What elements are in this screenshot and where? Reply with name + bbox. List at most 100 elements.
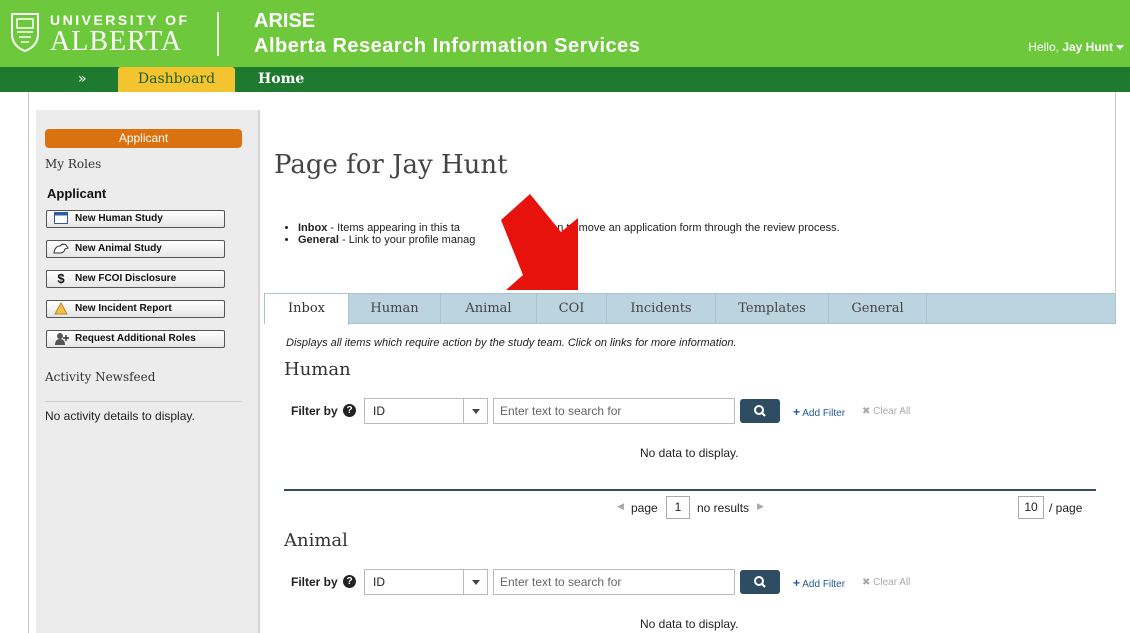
filter-label: Filter by ? (291, 404, 357, 418)
plus-icon: + (793, 576, 801, 590)
bullet-term: General (298, 234, 339, 246)
add-filter-label: Add Filter (802, 408, 846, 419)
pager-page-label: page (631, 501, 658, 515)
page-frame-left (28, 92, 29, 633)
person-add-icon (53, 332, 69, 346)
animal-icon (53, 242, 69, 256)
alert-icon (53, 301, 69, 316)
tab-incidents[interactable]: Incidents (607, 294, 716, 324)
pager-results-text: no results (697, 501, 750, 515)
new-human-study-button[interactable]: New Human Study (46, 210, 225, 228)
home-link[interactable]: Home (258, 71, 304, 87)
app-full-name: Alberta Research Information Services (254, 35, 641, 57)
user-menu[interactable]: Hello, Jay Hunt (1028, 40, 1124, 54)
chevron-down-icon (463, 399, 487, 423)
chevron-down-icon (463, 570, 487, 594)
add-filter-link[interactable]: + Add Filter (793, 405, 845, 419)
clear-all-label: Clear All (873, 577, 911, 588)
bullet-inbox: Inbox - Items appearing in this ta our ac… (298, 222, 840, 234)
new-animal-study-button[interactable]: New Animal Study (46, 240, 225, 258)
filter-field-select[interactable]: ID (364, 569, 488, 595)
main-nav: » Dashboard Home (0, 67, 1130, 92)
help-icon[interactable]: ? (343, 575, 357, 588)
expand-sidebar-button[interactable]: » (78, 71, 87, 87)
tab-animal[interactable]: Animal (441, 294, 537, 324)
button-label: New FCOI Disclosure (75, 273, 177, 284)
search-placeholder: Enter text to search for (500, 575, 622, 589)
window-icon (53, 212, 69, 226)
my-roles-heading: My Roles (45, 157, 102, 171)
dollar-icon: $ (57, 271, 65, 286)
new-incident-report-button[interactable]: New Incident Report (46, 300, 225, 318)
section-title-human: Human (284, 359, 351, 380)
select-value: ID (373, 575, 385, 589)
new-fcoi-disclosure-button[interactable]: $ New FCOI Disclosure (46, 270, 225, 288)
bullet-general: General - Link to your profile manag (298, 234, 840, 246)
plus-icon: + (793, 405, 801, 419)
page-title: Page for Jay Hunt (274, 150, 508, 180)
activity-newsfeed-heading: Activity Newsfeed (45, 370, 156, 384)
previous-page-icon[interactable]: ◀ (617, 501, 624, 512)
empty-state-text: No data to display. (640, 446, 739, 460)
search-input[interactable]: Enter text to search for (493, 398, 735, 424)
page-frame-right (1115, 92, 1116, 292)
button-label: Request Additional Roles (75, 333, 196, 344)
current-role-badge[interactable]: Applicant (45, 129, 242, 148)
help-icon[interactable]: ? (343, 404, 357, 417)
workspace-tabs: Inbox Human Animal COI Incidents Templat… (264, 293, 1116, 325)
university-crest-icon (11, 13, 39, 52)
role-name: Applicant (47, 186, 107, 201)
filter-label-text: Filter by (291, 404, 338, 418)
university-logo[interactable]: UNIVERSITY OF ALBERTA (10, 10, 210, 58)
bullet-text: - Items appearing in this ta (327, 222, 461, 234)
bullet-text: - Link to your profile manag (338, 234, 476, 246)
search-input[interactable]: Enter text to search for (493, 569, 735, 595)
empty-state-text: No data to display. (640, 617, 739, 631)
next-page-icon[interactable]: ▶ (757, 501, 764, 512)
button-label: New Incident Report (75, 303, 172, 314)
per-page-label: / page (1049, 501, 1083, 515)
tab-human[interactable]: Human (349, 294, 441, 324)
help-bullets: Inbox - Items appearing in this ta our ac… (298, 222, 840, 246)
search-placeholder: Enter text to search for (500, 404, 622, 418)
clear-all-link[interactable]: ✖ Clear All (862, 406, 910, 417)
tab-general[interactable]: General (829, 294, 927, 324)
filter-label-text: Filter by (291, 575, 338, 589)
sidebar: Applicant My Roles Applicant New Human S… (36, 110, 260, 633)
tab-dashboard[interactable]: Dashboard (118, 67, 235, 92)
request-additional-roles-button[interactable]: Request Additional Roles (46, 330, 225, 348)
add-filter-link[interactable]: + Add Filter (793, 576, 845, 590)
grid-divider (284, 489, 1096, 491)
close-icon: ✖ (862, 406, 871, 417)
search-icon (754, 576, 766, 588)
search-button[interactable] (740, 399, 780, 423)
button-label: New Human Study (75, 213, 163, 224)
close-icon: ✖ (862, 577, 871, 588)
search-icon (754, 405, 766, 417)
search-button[interactable] (740, 570, 780, 594)
clear-all-link[interactable]: ✖ Clear All (862, 577, 910, 588)
header-divider (217, 12, 219, 56)
tab-coi[interactable]: COI (537, 294, 607, 324)
app-header: UNIVERSITY OF ALBERTA ARISE Alberta Rese… (0, 0, 1130, 67)
user-name: Jay Hunt (1062, 40, 1113, 54)
greeting-prefix: Hello, (1028, 40, 1063, 54)
tab-templates[interactable]: Templates (716, 294, 829, 324)
tab-inbox[interactable]: Inbox (265, 294, 349, 325)
page-number-input[interactable]: 1 (666, 496, 690, 519)
bullet-text-tail: our action to move an application form t… (515, 222, 840, 234)
clear-all-label: Clear All (873, 406, 911, 417)
select-value: ID (373, 404, 385, 418)
activity-empty-text: No activity details to display. (45, 409, 195, 423)
divider (45, 401, 242, 402)
per-page-input[interactable]: 10 (1018, 496, 1044, 519)
chevron-down-icon (1116, 45, 1124, 51)
bullet-term: Inbox (298, 222, 328, 234)
tab-description: Displays all items which require action … (286, 337, 737, 349)
university-line2: ALBERTA (50, 26, 183, 57)
section-title-animal: Animal (284, 530, 348, 551)
add-filter-label: Add Filter (802, 579, 846, 590)
app-short-name: ARISE (254, 10, 316, 32)
filter-field-select[interactable]: ID (364, 398, 488, 424)
filter-label: Filter by ? (291, 575, 357, 589)
